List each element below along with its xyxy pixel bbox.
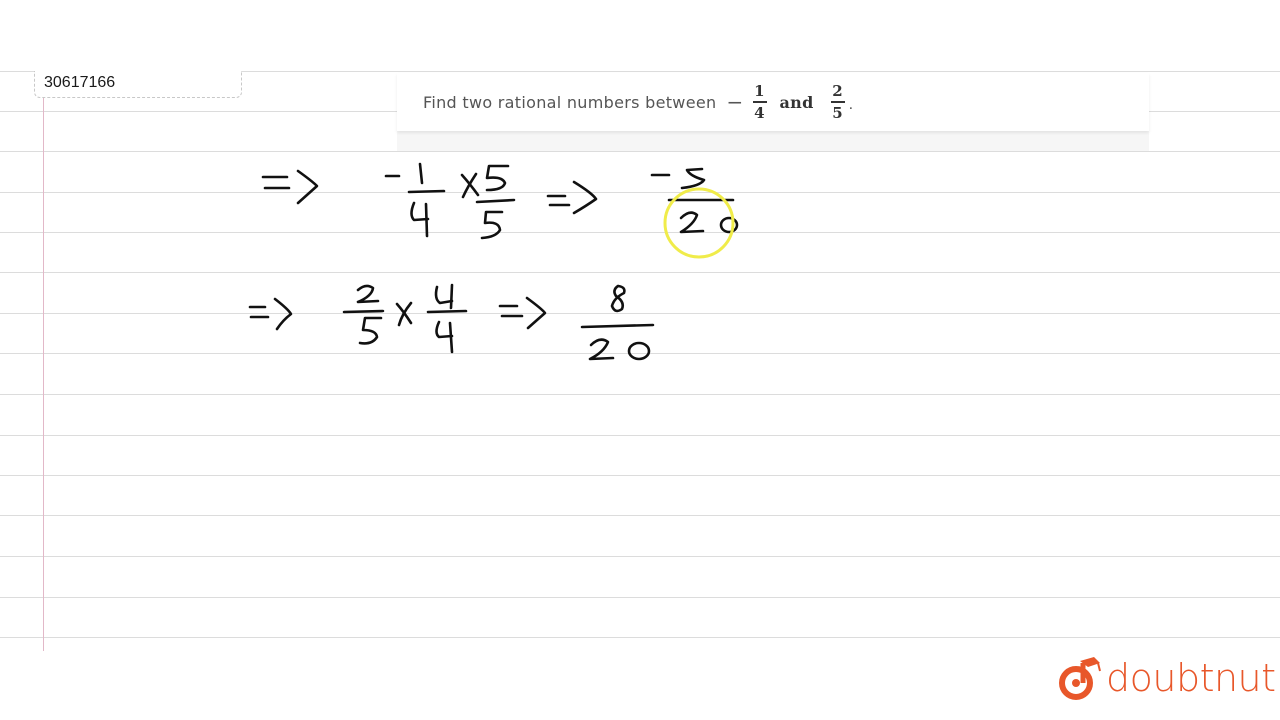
handwritten-step-1	[261, 162, 739, 259]
handwritten-step-2	[248, 283, 655, 361]
implies-arrow	[261, 169, 319, 205]
brand-name: doubtnut	[1106, 656, 1276, 700]
doubtnut-logo-icon	[1059, 657, 1101, 700]
handwritten-fraction-5-5	[475, 164, 516, 240]
handwritten-fraction-neg-1-4	[384, 162, 446, 238]
doubtnut-logo: doubtnut	[1058, 655, 1276, 701]
handwritten-times	[395, 301, 413, 327]
handwritten-fraction-8-20	[580, 284, 655, 361]
handwritten-fraction-2-5	[342, 284, 385, 345]
implies-arrow	[546, 180, 598, 215]
implies-arrow	[498, 296, 547, 330]
handwritten-times	[460, 172, 480, 199]
handwritten-fraction-4-4	[426, 283, 468, 354]
handwriting-canvas	[248, 162, 739, 361]
implies-arrow	[248, 297, 293, 331]
